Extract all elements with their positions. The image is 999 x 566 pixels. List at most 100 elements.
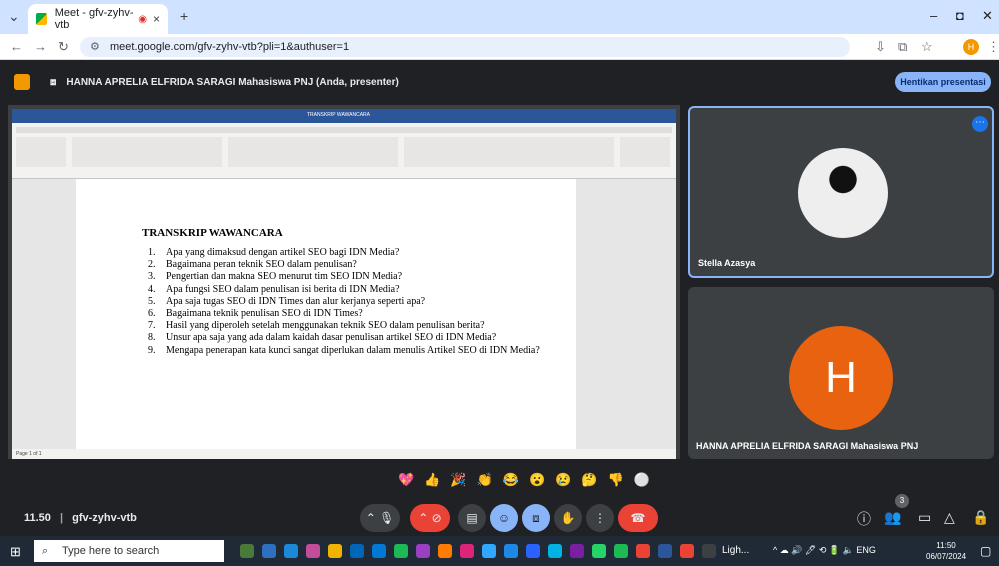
screen-share-icon: ⧈ <box>50 76 57 88</box>
premiere-icon[interactable] <box>416 544 430 558</box>
photoshop-icon[interactable] <box>482 544 496 558</box>
reaction-bar: 💖 👍 🎉 👏 😂 😮 😢 🤔 👎 ⚪ <box>398 472 658 492</box>
question-text: Apa fungsi SEO dalam penulisan isi berit… <box>166 283 400 295</box>
close-window-icon[interactable]: ✕ <box>982 8 993 24</box>
emoji-button[interactable]: ☺ <box>490 504 518 532</box>
address-bar[interactable]: ⚙ meet.google.com/gfv-zyhv-vtb?pli=1&aut… <box>80 37 850 57</box>
forward-icon[interactable]: → <box>34 39 47 54</box>
microphone-button[interactable]: ⌃ 🎙 <box>360 504 400 532</box>
participant-tile[interactable]: H HANNA APRELIA ELFRIDA SARAGI Mahasiswa… <box>688 287 994 459</box>
question-item: 6. Bagaimana teknik penulisan SEO di IDN … <box>148 308 558 320</box>
edge-icon[interactable] <box>284 544 298 558</box>
question-item: 8. Unsur apa saja yang ada dalam kaidah d… <box>148 332 558 344</box>
document-page: TRANSKRIP WAWANCARA 1. Apa yang dimaksud … <box>76 179 576 449</box>
chrome-icon[interactable] <box>680 544 694 558</box>
reaction-emoji[interactable]: 😮 <box>529 472 545 492</box>
spotify-icon[interactable] <box>394 544 408 558</box>
word-status-bar: Page 1 of 1 <box>12 449 676 459</box>
document-heading: TRANSKRIP WAWANCARA <box>142 227 283 239</box>
system-tray[interactable]: ^ ☁ 🔊 🖊 ⟲ 🔋 🔈 ENG <box>773 545 876 556</box>
tab-search-icon[interactable]: ⌄ <box>8 8 20 25</box>
app-icon[interactable] <box>570 544 584 558</box>
reaction-emoji[interactable]: 👎 <box>608 472 624 492</box>
store-icon[interactable] <box>350 544 364 558</box>
reaction-emoji[interactable]: 🤔 <box>581 472 597 492</box>
presentation-bar: ⧈ HANNA APRELIA ELFRIDA SARAGI Mahasiswa… <box>14 71 994 93</box>
more-options-button[interactable]: ⋮ <box>586 504 614 532</box>
chat-icon[interactable]: ▭ <box>918 509 931 526</box>
taskbar-active-app[interactable]: Ligh... <box>722 545 749 556</box>
question-text: Pengertian dan makna SEO menurut tim SEO… <box>166 271 403 283</box>
host-controls-icon[interactable]: 🔒 <box>972 509 989 526</box>
indesign-icon[interactable] <box>460 544 474 558</box>
translate-icon[interactable]: ⧉ <box>898 39 907 55</box>
meet-stage: ⧈ HANNA APRELIA ELFRIDA SARAGI Mahasiswa… <box>0 61 999 536</box>
raise-hand-button[interactable]: ✋ <box>554 504 582 532</box>
question-number: 2. <box>148 259 156 271</box>
reaction-emoji[interactable]: ⚪ <box>634 472 650 492</box>
question-number: 7. <box>148 320 156 332</box>
word-title-bar: TRANSKRIP WAWANCARA <box>12 109 676 123</box>
activities-icon[interactable]: △ <box>944 509 955 526</box>
app-icon[interactable] <box>702 544 716 558</box>
app-icon[interactable] <box>526 544 540 558</box>
reaction-emoji[interactable]: 😢 <box>555 472 571 492</box>
calendar-icon[interactable] <box>372 544 386 558</box>
new-tab-icon[interactable]: + <box>180 8 188 24</box>
reaction-emoji[interactable]: 👍 <box>424 472 440 492</box>
question-text: Bagaimana peran teknik SEO dalam penulis… <box>166 259 357 271</box>
browser-tab[interactable]: Meet - gfv-zyhv-vtb ◉ × <box>28 4 168 34</box>
clock-time: 11:50 <box>936 541 956 550</box>
reaction-emoji[interactable]: 💖 <box>398 472 414 492</box>
question-text: Apa yang dimaksud dengan artikel SEO bag… <box>166 247 400 258</box>
reload-icon[interactable]: ↻ <box>58 39 69 55</box>
app-icon[interactable] <box>614 544 628 558</box>
captions-button[interactable]: ▤ <box>458 504 486 532</box>
question-text: Bagaimana teknik penulisan SEO di IDN Ti… <box>166 308 363 320</box>
more-options-icon[interactable]: ⋯ <box>972 116 988 132</box>
language-indicator[interactable]: ENG <box>856 545 876 555</box>
minimize-icon[interactable]: – <box>930 8 937 23</box>
app-icon[interactable] <box>504 544 518 558</box>
presenter-label: HANNA APRELIA ELFRIDA SARAGI Mahasiswa P… <box>66 76 399 88</box>
question-item: 5. Apa saja tugas SEO di IDN Times dan al… <box>148 296 558 308</box>
recording-icon: ◉ <box>138 13 147 25</box>
url-text: meet.google.com/gfv-zyhv-vtb?pli=1&authu… <box>110 41 350 53</box>
maximize-icon[interactable]: ◘ <box>956 8 964 23</box>
site-info-icon[interactable]: ⚙ <box>90 37 100 57</box>
question-number: 5. <box>148 295 156 307</box>
people-icon[interactable]: 👥 <box>884 509 901 526</box>
back-icon[interactable]: ← <box>10 39 23 54</box>
whatsapp-icon[interactable] <box>592 544 606 558</box>
illustrator-icon[interactable] <box>438 544 452 558</box>
participant-tile[interactable]: ⋯ Stella Azasya <box>688 106 994 278</box>
app-icon[interactable] <box>306 544 320 558</box>
stop-presenting-button[interactable]: Hentikan presentasi <box>895 72 991 92</box>
landscape-widget-icon[interactable] <box>240 544 254 558</box>
bookmark-star-icon[interactable]: ☆ <box>921 39 933 55</box>
reaction-emoji[interactable]: 🎉 <box>450 472 466 492</box>
meeting-details-icon[interactable]: ⓘ <box>857 509 871 529</box>
tab-close-icon[interactable]: × <box>153 12 160 26</box>
task-view-icon[interactable] <box>262 544 276 558</box>
reaction-emoji[interactable]: 😂 <box>503 472 519 492</box>
chrome-icon[interactable] <box>636 544 650 558</box>
windows-start-icon[interactable]: ⊞ <box>10 544 21 560</box>
present-button[interactable]: ⧈ <box>522 504 550 532</box>
app-icon[interactable] <box>548 544 562 558</box>
notifications-icon[interactable]: ▢ <box>980 544 991 558</box>
question-item: 1. Apa yang dimaksud dengan artikel SEO b… <box>148 247 558 259</box>
reaction-emoji[interactable]: 👏 <box>477 472 493 492</box>
camera-off-button[interactable]: ⌃ ⊘ <box>410 504 450 532</box>
file-explorer-icon[interactable] <box>328 544 342 558</box>
download-icon[interactable]: ⇩ <box>875 39 886 55</box>
profile-avatar[interactable]: H <box>963 39 979 55</box>
leave-call-button[interactable]: ☎ <box>618 504 658 532</box>
word-icon[interactable] <box>658 544 672 558</box>
taskbar-clock[interactable]: 11:50 06/07/2024 <box>926 540 966 562</box>
chrome-menu-icon[interactable]: ⋮ <box>987 39 999 55</box>
taskbar-search[interactable]: ⌕ Type here to search <box>34 540 224 562</box>
word-ribbon <box>12 123 676 179</box>
presenting-icon <box>14 74 30 90</box>
browser-toolbar: ← → ↻ ⚙ meet.google.com/gfv-zyhv-vtb?pli… <box>0 34 999 60</box>
